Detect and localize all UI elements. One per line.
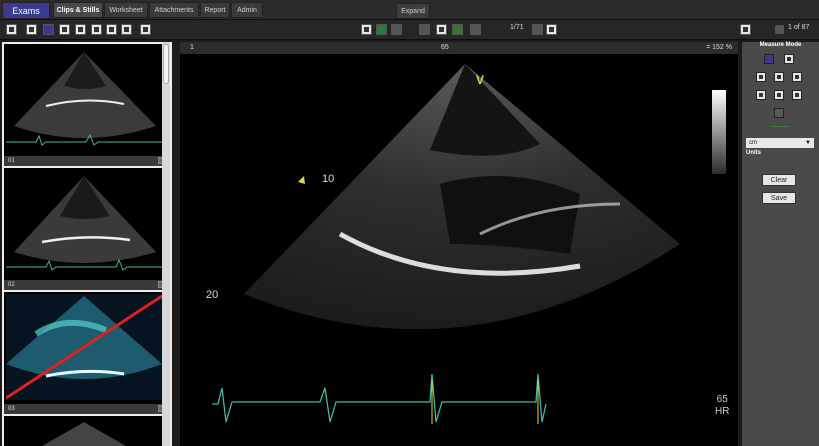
- units-label: Units: [746, 150, 761, 156]
- crosshair-icon[interactable]: [784, 54, 794, 64]
- frame-icon[interactable]: [75, 24, 86, 35]
- focus-marker-icon: [298, 176, 305, 184]
- tab-attachments[interactable]: Attachments: [149, 2, 199, 18]
- text-tool-icon[interactable]: [792, 90, 802, 100]
- zoom-level: = 152 %: [706, 44, 732, 51]
- select-cursor-icon[interactable]: [764, 54, 774, 64]
- settings-icon[interactable]: [140, 24, 151, 35]
- first-frame-icon[interactable]: [419, 24, 430, 35]
- units-dropdown[interactable]: cm ▼: [746, 138, 814, 148]
- layout-side-icon[interactable]: [106, 24, 117, 35]
- line-tool-icon[interactable]: [774, 90, 784, 100]
- next-frame-icon[interactable]: [546, 24, 557, 35]
- tab-admin[interactable]: Admin: [231, 2, 263, 18]
- page-counter: 1 of 87: [788, 24, 810, 31]
- list-view-icon[interactable]: [376, 24, 387, 35]
- grayscale-bar: [712, 90, 726, 174]
- header-heart-rate: 65: [441, 44, 449, 51]
- depth-label-20: 20: [206, 289, 218, 301]
- measure-mode-title: Measure Mode: [759, 42, 802, 48]
- tab-worksheet[interactable]: Worksheet: [104, 2, 148, 18]
- heart-rate-readout: 65 HR: [715, 394, 729, 418]
- thumbnail-label: 02: [4, 280, 168, 290]
- clear-button[interactable]: Clear: [762, 174, 796, 186]
- echo-thumbnail-image: [6, 418, 162, 446]
- fullscreen-icon[interactable]: [740, 24, 751, 35]
- page-icon: [775, 25, 784, 34]
- tab-report[interactable]: Report: [200, 2, 230, 18]
- thumbnail-02[interactable]: 02: [4, 168, 168, 290]
- chevron-down-icon: ▼: [805, 140, 811, 146]
- image-viewer[interactable]: 1 65 = 152 % V 10 20 65 HR: [180, 42, 738, 446]
- prev-frame-icon[interactable]: [532, 24, 543, 35]
- thumbnail-scrollbar[interactable]: [162, 42, 170, 446]
- heart-rate-unit: HR: [715, 406, 730, 417]
- thumbnail-label: 01: [4, 156, 168, 166]
- viewer-header: 1 65 = 152 %: [180, 42, 738, 54]
- thumbnail-04[interactable]: [4, 416, 168, 446]
- echo-color-thumbnail-image: [6, 294, 162, 400]
- trace-tool-icon[interactable]: [774, 72, 784, 82]
- depth-label-10: 10: [322, 173, 334, 185]
- app-window: Exams Clips & Stills Worksheet Attachmen…: [0, 0, 819, 446]
- thumbnail-label: 03: [4, 404, 168, 414]
- save-button[interactable]: Save: [762, 192, 796, 204]
- frame-counter: 1/71: [510, 24, 524, 31]
- thumbnail-03[interactable]: 03: [4, 292, 168, 414]
- echo-thumbnail-image: [6, 170, 162, 276]
- caliper-tool-icon[interactable]: [792, 72, 802, 82]
- tab-exams[interactable]: Exams: [2, 2, 50, 19]
- echo-image: V 10 20: [206, 64, 726, 424]
- clip-index: 1: [190, 44, 194, 51]
- last-frame-icon[interactable]: [470, 24, 481, 35]
- angle-tool-icon[interactable]: [756, 90, 766, 100]
- still-icon[interactable]: [361, 24, 372, 35]
- fit-view-icon[interactable]: [6, 24, 17, 35]
- thumbnail-01[interactable]: 01: [4, 44, 168, 166]
- ellipse-tool-icon[interactable]: [756, 72, 766, 82]
- measure-status: ———: [771, 124, 790, 130]
- single-layout-icon[interactable]: [43, 24, 54, 35]
- thumbnail-panel: 01 02 03: [2, 42, 172, 446]
- top-nav: Exams Clips & Stills Worksheet Attachmen…: [0, 0, 819, 20]
- measure-panel: Measure Mode ——— cm ▼ Units Clear Save: [742, 42, 819, 446]
- echo-thumbnail-image: [6, 46, 162, 152]
- marker-v: V: [476, 73, 484, 87]
- edit-icon[interactable]: [121, 24, 132, 35]
- move-tool-icon[interactable]: [774, 108, 784, 118]
- ecg-trace: [212, 373, 547, 423]
- grid-layout-icon[interactable]: [26, 24, 37, 35]
- play-icon[interactable]: [436, 24, 447, 35]
- scrollbar-handle[interactable]: [163, 44, 169, 84]
- toolbar: 1/71 1 of 87: [0, 20, 819, 40]
- compare-icon[interactable]: [91, 24, 102, 35]
- two-column-layout-icon[interactable]: [59, 24, 70, 35]
- expand-button[interactable]: Expand: [396, 3, 430, 19]
- menu-icon[interactable]: [391, 24, 402, 35]
- heart-rate-value: 65: [716, 394, 728, 405]
- pause-icon[interactable]: [452, 24, 463, 35]
- tab-clips-stills[interactable]: Clips & Stills: [53, 2, 103, 18]
